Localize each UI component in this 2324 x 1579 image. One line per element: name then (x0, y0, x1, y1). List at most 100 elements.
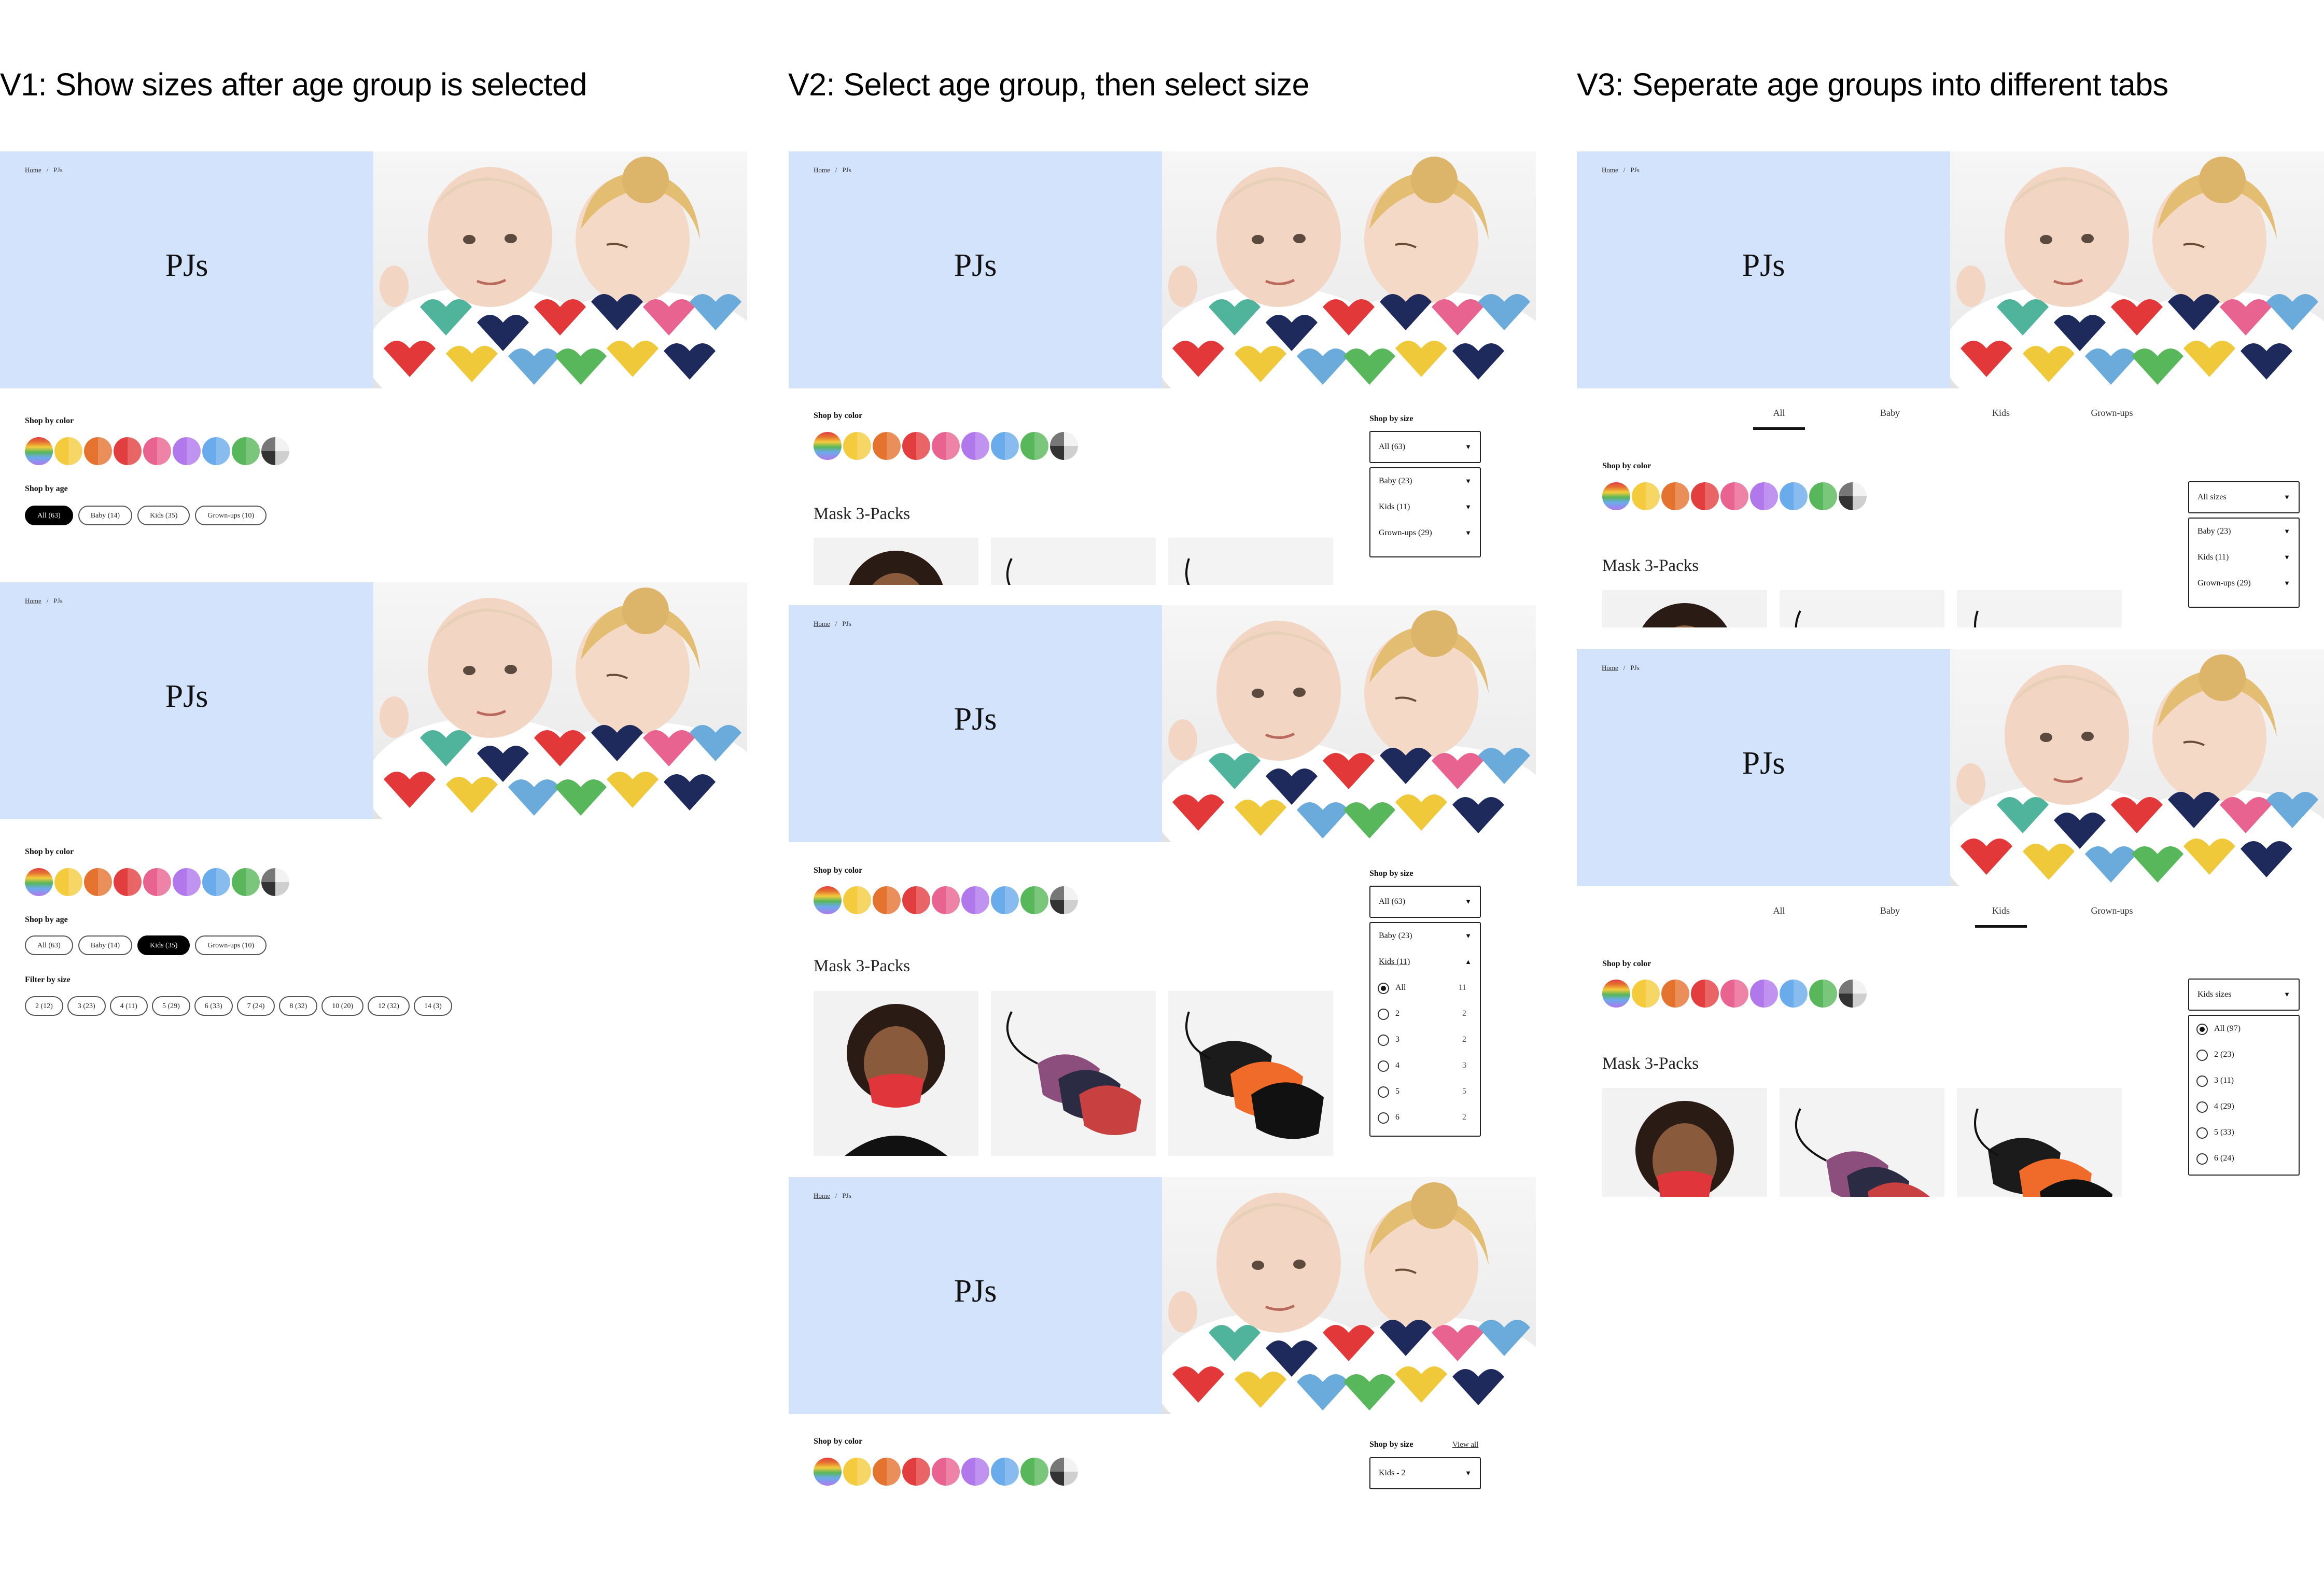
color-swatch-orange[interactable] (873, 432, 901, 460)
color-swatch-blue[interactable] (991, 886, 1019, 914)
size-option-5[interactable]: 55 (1370, 1079, 1480, 1105)
color-swatch-pink[interactable] (143, 437, 171, 465)
tab-grown-ups[interactable]: Grown-ups (2078, 408, 2146, 418)
color-swatch-pink[interactable] (932, 432, 960, 460)
color-swatch-green[interactable] (1020, 886, 1048, 914)
size-option-all[interactable]: All 11 (1370, 975, 1480, 1001)
color-swatch-yellow[interactable] (843, 886, 871, 914)
color-swatch-rainbow[interactable] (25, 437, 53, 465)
color-swatch-yellow[interactable] (1632, 482, 1660, 510)
size-select[interactable]: All (63) ▼ (1369, 431, 1481, 463)
dropdown-group-kids[interactable]: Kids (11) ▼ (2189, 544, 2299, 570)
age-pill-kids[interactable]: Kids (35) (137, 506, 190, 525)
product-red-mask-kid[interactable] (814, 538, 978, 585)
product-star-masks[interactable] (1168, 538, 1333, 585)
color-swatch-red[interactable] (902, 886, 930, 914)
color-swatch-blue[interactable] (1780, 482, 1808, 510)
size-option-6[interactable]: 62 (1370, 1105, 1480, 1130)
color-swatch-pink[interactable] (1720, 482, 1748, 510)
breadcrumb-home-link[interactable]: Home (25, 166, 41, 174)
tab-baby[interactable]: Baby (1856, 408, 1924, 418)
color-swatch-blue[interactable] (202, 868, 230, 896)
size-pill[interactable]: 10 (20) (321, 996, 364, 1016)
age-pill-baby[interactable]: Baby (14) (78, 935, 133, 955)
size-pill[interactable]: 6 (33) (194, 996, 233, 1016)
size-select[interactable]: All (63) ▼ (1369, 886, 1481, 918)
age-pill-all[interactable]: All (63) (25, 506, 73, 525)
color-swatch-orange[interactable] (873, 886, 901, 914)
color-swatch-purple[interactable] (961, 1458, 989, 1486)
size-pill[interactable]: 12 (32) (368, 996, 410, 1016)
color-swatch-purple[interactable] (173, 437, 201, 465)
color-swatch-blue[interactable] (991, 432, 1019, 460)
dropdown-group-grown-ups[interactable]: Grown-ups (29) ▼ (2189, 570, 2299, 596)
color-swatch-rainbow[interactable] (1602, 482, 1630, 510)
size-option-4[interactable]: 4 (29) (2189, 1094, 2299, 1120)
size-option-all[interactable]: All (97) (2189, 1016, 2299, 1042)
color-swatch-rainbow[interactable] (25, 868, 53, 896)
product-star-masks[interactable] (1957, 590, 2122, 627)
dropdown-group-baby[interactable]: Baby (23) ▼ (1370, 468, 1480, 494)
color-swatch-orange[interactable] (1661, 980, 1689, 1008)
dropdown-group-baby[interactable]: Baby (23) ▼ (2189, 519, 2299, 544)
color-swatch-orange[interactable] (84, 868, 112, 896)
tab-kids[interactable]: Kids (1967, 408, 2035, 418)
tab-baby[interactable]: Baby (1856, 905, 1924, 916)
breadcrumb-home-link[interactable]: Home (814, 1192, 830, 1199)
color-swatch-purple[interactable] (1750, 482, 1778, 510)
size-pill[interactable]: 2 (12) (25, 996, 63, 1016)
color-swatch-rainbow[interactable] (1602, 980, 1630, 1008)
color-swatch-orange[interactable] (873, 1458, 901, 1486)
color-swatch-black-white[interactable] (261, 868, 289, 896)
color-swatch-black-white[interactable] (1050, 886, 1078, 914)
age-pill-grown-ups[interactable]: Grown-ups (10) (195, 506, 267, 525)
age-pill-baby[interactable]: Baby (14) (78, 506, 133, 525)
size-option-5[interactable]: 5 (33) (2189, 1120, 2299, 1145)
color-swatch-blue[interactable] (991, 1458, 1019, 1486)
view-all-link[interactable]: View all (1452, 1441, 1478, 1449)
size-pill[interactable]: 3 (23) (67, 996, 106, 1016)
color-swatch-green[interactable] (232, 868, 260, 896)
color-swatch-orange[interactable] (84, 437, 112, 465)
product-striped-masks[interactable] (1780, 1088, 1944, 1197)
tab-all[interactable]: All (1745, 905, 1813, 916)
color-swatch-red[interactable] (902, 1458, 930, 1486)
color-swatch-yellow[interactable] (54, 868, 82, 896)
color-swatch-pink[interactable] (932, 886, 960, 914)
size-option-2[interactable]: 22 (1370, 1001, 1480, 1027)
color-swatch-yellow[interactable] (843, 432, 871, 460)
size-pill[interactable]: 4 (11) (109, 996, 148, 1016)
product-star-masks[interactable] (1957, 1088, 2122, 1197)
color-swatch-black-white[interactable] (1839, 980, 1867, 1008)
size-option-3[interactable]: 3 (11) (2189, 1068, 2299, 1094)
color-swatch-red[interactable] (1691, 980, 1719, 1008)
dropdown-group-kids[interactable]: Kids (11) ▼ (1370, 494, 1480, 520)
color-swatch-rainbow[interactable] (814, 432, 842, 460)
color-swatch-green[interactable] (1020, 1458, 1048, 1486)
color-swatch-yellow[interactable] (54, 437, 82, 465)
tab-all[interactable]: All (1745, 408, 1813, 418)
color-swatch-black-white[interactable] (1050, 432, 1078, 460)
color-swatch-red[interactable] (902, 432, 930, 460)
dropdown-group-kids[interactable]: Kids (11) ▲ (1370, 949, 1480, 975)
size-option-3[interactable]: 32 (1370, 1027, 1480, 1053)
color-swatch-blue[interactable] (1780, 980, 1808, 1008)
color-swatch-purple[interactable] (961, 432, 989, 460)
color-swatch-purple[interactable] (173, 868, 201, 896)
age-pill-all[interactable]: All (63) (25, 935, 73, 955)
color-swatch-blue[interactable] (202, 437, 230, 465)
age-pill-grown-ups[interactable]: Grown-ups (10) (195, 935, 267, 955)
color-swatch-rainbow[interactable] (814, 886, 842, 914)
product-red-mask-kid[interactable] (1602, 1088, 1767, 1197)
breadcrumb-home-link[interactable]: Home (814, 166, 830, 174)
color-swatch-pink[interactable] (1720, 980, 1748, 1008)
breadcrumb-home-link[interactable]: Home (1602, 664, 1618, 672)
size-select[interactable]: All sizes ▼ (2188, 481, 2300, 513)
color-swatch-yellow[interactable] (1632, 980, 1660, 1008)
breadcrumb-home-link[interactable]: Home (814, 620, 830, 627)
product-star-masks[interactable] (1168, 991, 1333, 1156)
age-pill-kids[interactable]: Kids (35) (137, 935, 190, 955)
product-red-mask-kid[interactable] (1602, 590, 1767, 627)
size-pill[interactable]: 8 (32) (279, 996, 318, 1016)
dropdown-group-baby[interactable]: Baby (23) ▼ (1370, 923, 1480, 949)
